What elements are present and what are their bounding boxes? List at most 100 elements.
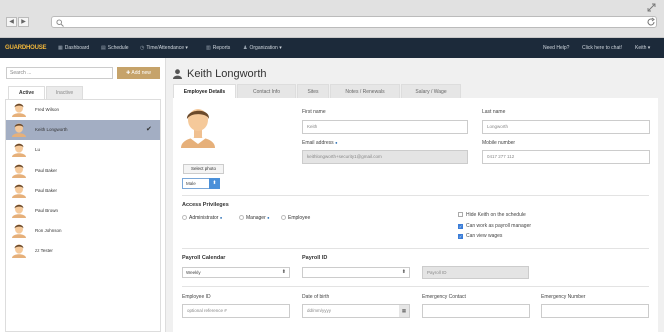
add-new-button[interactable]: ✚ Add new <box>117 67 160 79</box>
dob-field[interactable]: dd/mm/yyyy ▦ <box>302 304 410 318</box>
person-list-item[interactable]: Ron Johnson <box>6 221 160 241</box>
emergency-number-label: Emergency Number <box>541 294 586 300</box>
role-radio-administrator[interactable]: Administrator ● <box>182 215 222 221</box>
calendar-icon[interactable]: ▦ <box>399 305 409 317</box>
chevron-updown-icon: ⬍ <box>401 269 406 275</box>
checkbox-icon: ✓ <box>458 234 463 239</box>
nav-organization[interactable]: ♟ Organization ▾ <box>243 38 282 58</box>
people-search-input[interactable]: Search ... <box>6 67 113 79</box>
clock-icon: ◷ <box>140 45 145 51</box>
back-button[interactable]: ◀ <box>6 17 17 27</box>
role-radio-employee[interactable]: Employee <box>281 215 310 221</box>
emergency-number-field[interactable] <box>541 304 649 318</box>
person-list-item[interactable]: Keith Longworth ✔ <box>6 120 160 141</box>
divider <box>182 248 649 249</box>
help-icon[interactable]: ● <box>335 140 337 145</box>
mobile-field[interactable]: 0417 277 112 <box>482 150 650 164</box>
role-radio-manager[interactable]: Manager ● <box>239 215 270 221</box>
employee-id-field[interactable]: optional reference # <box>182 304 290 318</box>
payroll-id-field[interactable]: Payroll ID <box>422 266 529 279</box>
mobile-label: Mobile number <box>482 140 516 146</box>
tab-salary-wage[interactable]: Salary / Wage <box>401 84 461 98</box>
avatar <box>12 163 26 178</box>
people-sidebar: Search ... ✚ Add new Active Inactive Fre… <box>0 58 166 332</box>
person-list-item[interactable]: Fred Wilson <box>6 100 160 120</box>
tab-sites[interactable]: Sites <box>297 84 329 98</box>
payroll-calendar-select[interactable]: Weekly ⬍ <box>182 267 290 278</box>
chat-link[interactable]: Click here to chat! <box>582 38 622 58</box>
avatar <box>12 224 26 239</box>
tab-inactive[interactable]: Inactive <box>46 86 83 99</box>
avatar <box>12 123 26 138</box>
main-content: Keith Longworth Employee Details Contact… <box>166 58 664 332</box>
select-photo-button[interactable]: Select photo <box>183 164 224 174</box>
app-logo[interactable]: GUARDHOUSE <box>5 38 47 58</box>
user-icon <box>173 69 182 79</box>
avatar <box>12 184 26 198</box>
email-field: keithlongworth+security1@gmail.com <box>302 150 468 164</box>
tab-employee-details[interactable]: Employee Details <box>173 84 236 98</box>
person-list-item[interactable]: zz Tester <box>6 241 160 261</box>
need-help-link[interactable]: Need Help? <box>543 38 569 58</box>
radio-icon <box>239 215 244 220</box>
tab-active[interactable]: Active <box>8 86 45 99</box>
option-checkbox[interactable]: Hide Keith on the schedule <box>458 212 526 218</box>
person-name: Lu <box>35 147 41 153</box>
people-list: Fred Wilson Keith Longworth ✔ Lu Paul Baker P… <box>5 99 161 332</box>
forward-button[interactable]: ▶ <box>18 17 29 27</box>
avatar <box>12 103 26 117</box>
help-icon[interactable]: ● <box>220 215 222 220</box>
browser-chrome: ◀ ▶ <box>0 0 664 38</box>
nav-reports[interactable]: ▥ Reports <box>206 38 230 58</box>
person-name: Fred Wilson <box>35 107 60 112</box>
fullscreen-icon[interactable] <box>647 3 656 12</box>
person-name: Paul Baker <box>35 167 58 173</box>
last-name-field[interactable]: Longworth <box>482 120 650 134</box>
person-name: Paul Baker <box>35 187 58 193</box>
dob-label: Date of birth <box>302 294 330 300</box>
person-name: Paul Brown <box>35 208 59 213</box>
avatar <box>12 204 26 218</box>
checkbox-icon: ✓ <box>458 223 463 229</box>
person-list-item[interactable]: Lu <box>6 140 160 160</box>
nav-time-attendance[interactable]: ◷ Time/Attendance ▾ <box>140 38 188 58</box>
last-name-label: Last name <box>482 109 506 115</box>
address-bar[interactable] <box>51 16 657 28</box>
radio-icon <box>182 215 187 220</box>
emergency-contact-label: Emergency Contact <box>422 294 466 300</box>
top-navigation-bar: GUARDHOUSE ▦ Dashboard ▤ Schedule ◷ Time/At… <box>0 38 664 58</box>
option-checkbox[interactable]: ✓ Can view wages <box>458 233 502 239</box>
employee-details-panel: Select photo Male ⬍ First name Keith Las… <box>173 98 658 332</box>
email-label: Email address ● <box>302 140 338 146</box>
person-name: zz Tester <box>35 248 53 254</box>
user-menu[interactable]: Keith ▾ <box>635 38 650 58</box>
calendar-icon: ▤ <box>101 45 106 51</box>
users-icon: ♟ <box>243 45 248 51</box>
nav-dashboard[interactable]: ▦ Dashboard <box>58 38 89 58</box>
profile-avatar <box>181 109 215 148</box>
dashboard-icon: ▦ <box>58 45 63 51</box>
person-name: Ron Johnson <box>35 228 62 234</box>
emergency-contact-field[interactable] <box>422 304 530 318</box>
checkmark-icon: ✔ <box>146 126 152 134</box>
first-name-field[interactable]: Keith <box>302 120 468 134</box>
first-name-label: First name <box>302 109 326 115</box>
payroll-id-select[interactable]: ⬍ <box>302 267 410 278</box>
gender-dropdown-button[interactable]: ⬍ <box>209 178 220 189</box>
help-icon[interactable]: ● <box>267 215 269 220</box>
payroll-id-label: Payroll ID <box>302 255 328 261</box>
reload-icon[interactable] <box>646 17 656 27</box>
payroll-calendar-label: Payroll Calendar <box>182 255 226 261</box>
option-checkbox[interactable]: ✓ Can work as payroll manager <box>458 223 531 229</box>
person-list-item[interactable]: Paul Brown <box>6 201 160 221</box>
person-list-item[interactable]: Paul Baker <box>6 181 160 201</box>
employee-id-label: Employee ID <box>182 294 211 300</box>
divider <box>182 195 649 196</box>
tab-contact-info[interactable]: Contact Info <box>237 84 296 98</box>
search-icon <box>56 19 64 27</box>
tab-notes-renewals[interactable]: Notes / Renewals <box>330 84 400 98</box>
nav-schedule[interactable]: ▤ Schedule <box>101 38 129 58</box>
person-list-item[interactable]: Paul Baker <box>6 161 160 181</box>
person-name: Keith Longworth <box>35 127 68 133</box>
divider <box>182 286 649 287</box>
